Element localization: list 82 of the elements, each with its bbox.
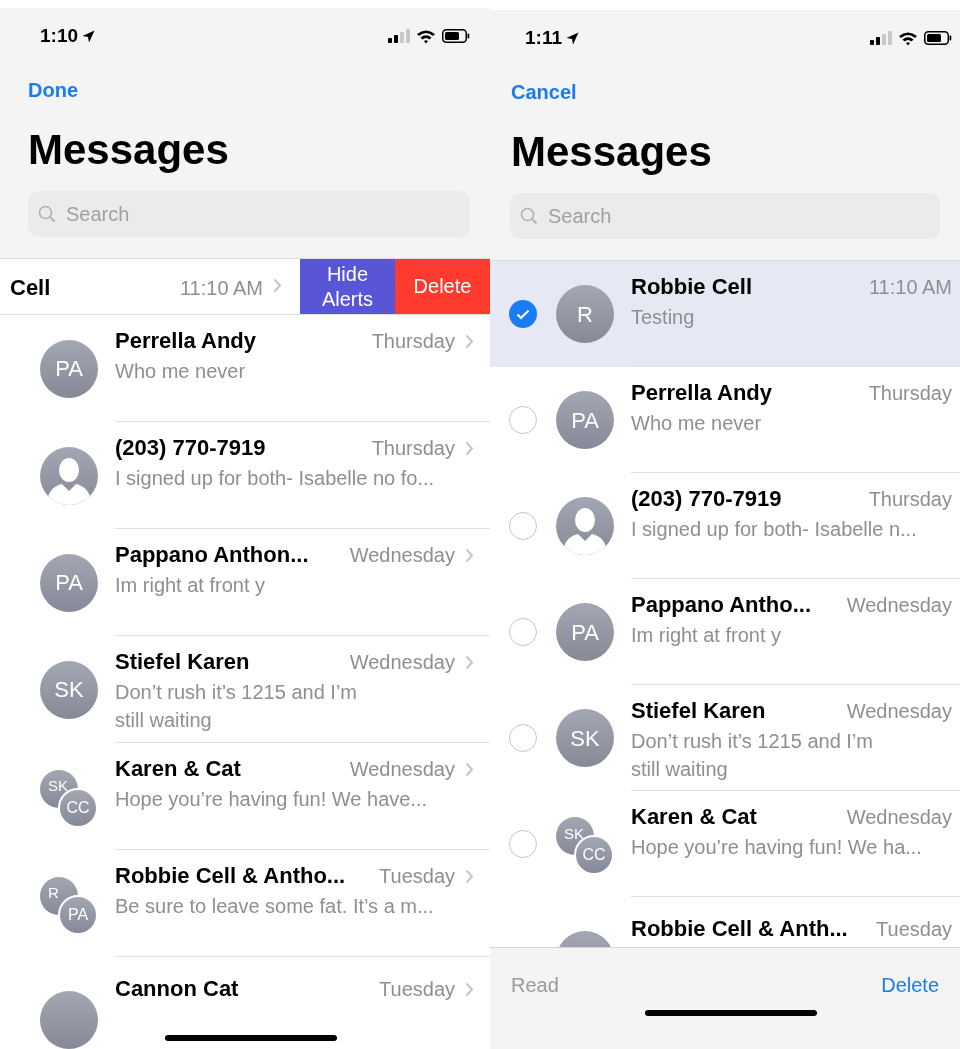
signal-icon bbox=[388, 29, 410, 43]
wifi-icon bbox=[416, 28, 436, 44]
contact-name: Karen & Cat bbox=[115, 755, 242, 783]
chevron-right-icon bbox=[465, 655, 474, 670]
person-silhouette-avatar bbox=[556, 497, 614, 555]
message-preview: Im right at front y bbox=[115, 573, 267, 598]
contact-name: Robbie Cell bbox=[631, 273, 753, 301]
message-time: Thursday bbox=[868, 381, 952, 406]
message-preview: Don’t rush it’s 1215 and I’m still waiting bbox=[115, 680, 358, 733]
message-time: 11:10 AM bbox=[868, 275, 952, 300]
contact-name: Robbie Cell & Antho... bbox=[115, 862, 347, 890]
contact-name: Cell bbox=[10, 274, 52, 302]
chevron-right-icon bbox=[465, 334, 474, 349]
done-button[interactable]: Done bbox=[28, 75, 78, 105]
message-preview: Hope you’re having fun! We have... bbox=[115, 787, 429, 812]
contact-name: Stiefel Karen bbox=[115, 648, 251, 676]
message-time: Tuesday bbox=[876, 917, 952, 942]
avatar: PA bbox=[556, 391, 614, 449]
message-time: Thursday bbox=[371, 436, 455, 461]
person-silhouette-avatar bbox=[40, 446, 98, 505]
contact-name: Pappano Antho... bbox=[631, 591, 813, 619]
battery-icon bbox=[442, 29, 470, 43]
avatar: PA bbox=[556, 603, 614, 661]
message-time: Thursday bbox=[868, 487, 952, 512]
avatar: PA bbox=[40, 553, 98, 612]
page-title: Messages bbox=[28, 129, 229, 171]
message-preview: Hope you’re having fun! We ha... bbox=[631, 835, 923, 860]
message-time: Tuesday bbox=[379, 977, 455, 1002]
search-icon bbox=[38, 205, 56, 223]
search-field[interactable]: Search bbox=[510, 193, 940, 239]
avatar bbox=[40, 991, 98, 1049]
contact-name: Perrella Andy bbox=[631, 379, 774, 407]
search-icon bbox=[520, 207, 538, 225]
message-time: Wednesday bbox=[846, 805, 952, 830]
chevron-right-icon bbox=[465, 762, 474, 777]
message-preview: Be sure to leave some fat. It’s a m... bbox=[115, 894, 435, 919]
contact-name: Perrella Andy bbox=[115, 327, 258, 355]
message-time: Wednesday bbox=[846, 593, 952, 618]
message-time: Wednesday bbox=[349, 757, 455, 782]
signal-icon bbox=[870, 31, 892, 45]
avatar: PA bbox=[58, 894, 98, 935]
message-time: Tuesday bbox=[379, 864, 455, 889]
message-preview: Who me never bbox=[115, 359, 247, 384]
message-preview: I signed up for both- Isabelle no fo... bbox=[115, 466, 436, 491]
wifi-icon bbox=[898, 30, 918, 46]
message-time: Wednesday bbox=[349, 650, 455, 675]
chevron-right-icon bbox=[465, 982, 474, 997]
chevron-right-icon bbox=[465, 548, 474, 563]
message-preview: Im right at front y bbox=[631, 623, 783, 648]
avatar: R bbox=[556, 285, 614, 343]
avatar: SK bbox=[40, 660, 98, 719]
status-time: 1:11 bbox=[525, 25, 562, 50]
page-title: Messages bbox=[511, 131, 712, 173]
message-preview: Who me never bbox=[631, 411, 763, 436]
contact-name: Robbie Cell & Anth... bbox=[631, 915, 849, 943]
message-preview: Testing bbox=[631, 305, 696, 330]
contact-name: Karen & Cat bbox=[631, 803, 758, 831]
chevron-right-icon bbox=[273, 278, 282, 293]
message-time: Wednesday bbox=[349, 543, 455, 568]
message-preview: Don’t rush it’s 1215 and I’m still waiting bbox=[631, 729, 874, 782]
avatar: SK bbox=[556, 709, 614, 767]
delete-button[interactable]: Delete bbox=[881, 970, 939, 1000]
contact-name: Cannon Cat bbox=[115, 975, 240, 1003]
delete-action[interactable]: Delete bbox=[395, 259, 490, 314]
cancel-button[interactable]: Cancel bbox=[511, 77, 577, 107]
contact-name: Pappano Anthon... bbox=[115, 541, 310, 569]
message-preview: I signed up for both- Isabelle n... bbox=[631, 517, 918, 542]
message-time: Thursday bbox=[371, 329, 455, 354]
chevron-right-icon bbox=[465, 441, 474, 456]
contact-name: (203) 770-7919 bbox=[631, 485, 783, 513]
message-time: Wednesday bbox=[846, 699, 952, 724]
search-field[interactable]: Search bbox=[28, 191, 470, 237]
chevron-right-icon bbox=[465, 869, 474, 884]
location-arrow-icon bbox=[566, 31, 579, 45]
message-time: 11:10 AM bbox=[179, 276, 263, 301]
contact-name: (203) 770-7919 bbox=[115, 434, 267, 462]
status-time: 1:10 bbox=[40, 23, 79, 48]
contact-name: Stiefel Karen bbox=[631, 697, 767, 725]
hide-alerts-action[interactable]: Hide Alerts bbox=[300, 259, 395, 314]
avatar: PA bbox=[40, 339, 98, 398]
location-arrow-icon bbox=[82, 29, 96, 43]
battery-icon bbox=[924, 31, 952, 45]
